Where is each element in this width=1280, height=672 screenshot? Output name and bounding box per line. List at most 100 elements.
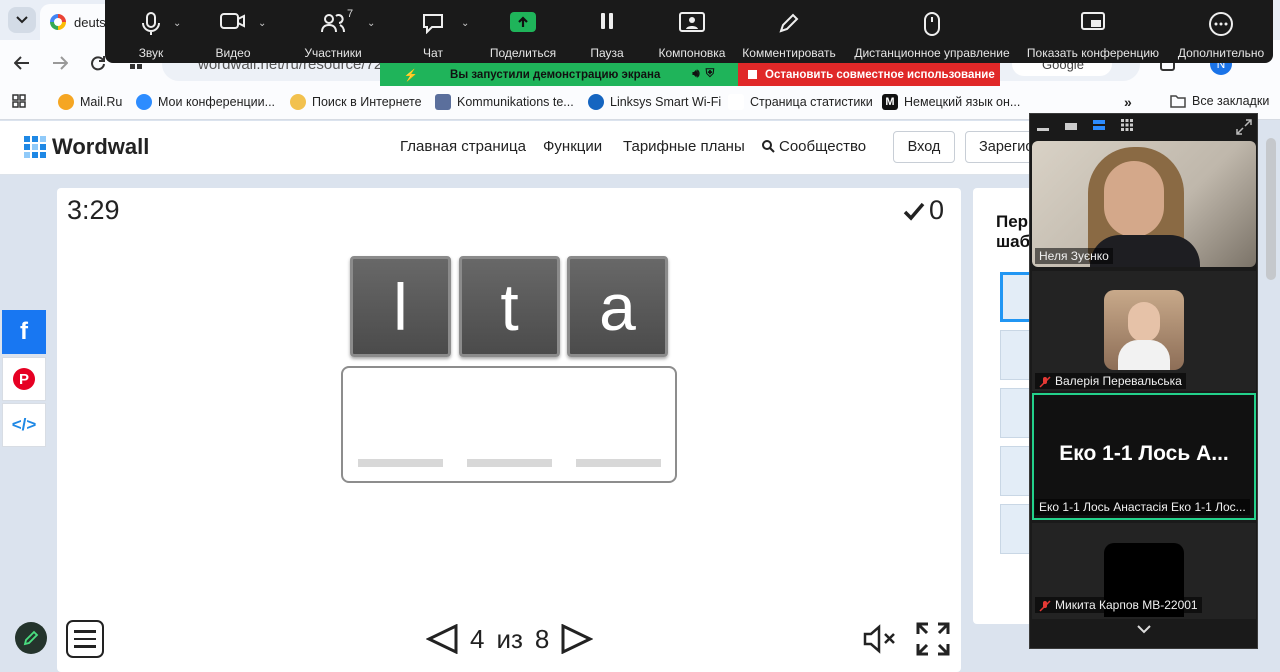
apps-shortcut[interactable] xyxy=(12,94,26,108)
page-icon xyxy=(728,94,744,110)
facebook-share-button[interactable]: f xyxy=(2,310,46,354)
chevron-down-icon[interactable]: ⌄ xyxy=(367,18,375,29)
bookmark-label: Kommunikations te... xyxy=(457,95,574,109)
chat-icon xyxy=(421,12,445,34)
forward-button[interactable] xyxy=(48,51,72,75)
arrow-left-icon xyxy=(14,56,30,70)
prev-page-button[interactable] xyxy=(426,624,458,654)
audio-button[interactable]: Звук xyxy=(125,0,177,63)
bookmark-item[interactable]: M Немецкий язык он... xyxy=(882,94,1020,110)
facebook-icon: f xyxy=(20,318,28,345)
bookmark-label: Mail.Ru xyxy=(80,95,123,109)
register-button[interactable]: Зарегистрироваться xyxy=(965,131,1035,163)
nav-features[interactable]: Функции xyxy=(543,138,602,155)
letter-tile[interactable]: a xyxy=(567,256,668,357)
bookmark-item[interactable]: Linksys Smart Wi-Fi xyxy=(588,94,721,110)
microphone-muted-icon xyxy=(1039,600,1051,612)
templates-heading: Пер шаб xyxy=(996,212,1030,252)
fullscreen-button[interactable] xyxy=(916,622,950,656)
minimize-icon[interactable] xyxy=(1036,118,1050,132)
page-scrollbar[interactable] xyxy=(1266,138,1276,280)
show-window-icon xyxy=(1081,12,1105,32)
speaker-icon: 🔊︎ xyxy=(692,68,700,80)
arrow-right-icon xyxy=(52,56,68,70)
page-navigator: 4 из 8 xyxy=(426,620,594,658)
bookmark-item[interactable]: Kommunikations te... xyxy=(435,94,574,110)
wordwall-logo-text: Wordwall xyxy=(52,134,150,159)
chevron-down-icon[interactable]: ⌄ xyxy=(461,18,469,29)
bookmark-label: Мои конференции... xyxy=(158,95,276,109)
layout-button[interactable]: Компоновка xyxy=(655,0,729,63)
nav-pricing[interactable]: Тарифные планы xyxy=(623,138,745,155)
participant-face xyxy=(1128,302,1160,342)
bookmark-item[interactable]: Mail.Ru xyxy=(58,94,122,110)
game-timer: 3:29 xyxy=(67,195,120,225)
stop-share-label: Остановить совместное использование xyxy=(765,68,995,81)
participants-label: Участники xyxy=(304,46,362,60)
login-button[interactable]: Вход xyxy=(893,131,955,163)
letter-tile[interactable]: l xyxy=(350,256,451,357)
participants-icon xyxy=(321,12,345,34)
remote-control-button[interactable]: Дистанционное управление xyxy=(850,0,1014,63)
mouse-icon xyxy=(924,12,940,36)
show-conference-button[interactable]: Показать конференцию xyxy=(1023,0,1163,63)
page-total: 8 xyxy=(534,623,550,654)
participants-button[interactable]: 7 Участники xyxy=(295,0,371,63)
next-page-button[interactable] xyxy=(561,624,594,654)
bookmarks-overflow-button[interactable]: » xyxy=(1124,94,1132,110)
bookmark-item[interactable]: Страница статистики xyxy=(728,94,873,110)
nav-home[interactable]: Главная страница xyxy=(400,138,526,155)
chevron-down-icon xyxy=(16,16,28,24)
embed-share-button[interactable]: </> xyxy=(2,403,46,447)
templates-heading-line: шаб xyxy=(996,232,1031,251)
search-globe-icon xyxy=(290,94,306,110)
bookmark-label: Страница статистики xyxy=(750,95,873,109)
letter-tile[interactable]: t xyxy=(459,256,560,357)
participant-name-tag: Микита Карпов МВ-22001 xyxy=(1035,597,1202,613)
video-button[interactable]: Видео xyxy=(205,0,261,63)
microphone-muted-icon xyxy=(1039,376,1051,388)
bookmark-item[interactable]: Мои конференции... xyxy=(136,94,275,110)
answer-slot xyxy=(358,459,443,467)
speaker-view-icon[interactable] xyxy=(1064,118,1078,132)
participants-count: 7 xyxy=(347,8,354,20)
gallery-scroll-down-button[interactable] xyxy=(1136,624,1152,634)
chat-button[interactable]: Чат xyxy=(413,0,453,63)
chevron-down-icon[interactable]: ⌄ xyxy=(173,18,181,29)
annotate-button[interactable]: Комментировать xyxy=(739,0,839,63)
all-bookmarks-button[interactable]: Все закладки xyxy=(1170,94,1269,108)
pause-button[interactable]: Пауза xyxy=(587,0,627,63)
strip-view-icon[interactable] xyxy=(1092,118,1106,132)
shield-check-icon: ⛨ xyxy=(705,68,715,80)
nav-community-label: Сообщество xyxy=(779,138,867,155)
bookmark-item[interactable]: Поиск в Интернете xyxy=(290,94,422,110)
folder-icon xyxy=(1170,94,1186,108)
game-menu-button[interactable] xyxy=(66,620,104,658)
score-value: 0 xyxy=(929,195,945,225)
more-button[interactable]: Дополнительно xyxy=(1173,0,1269,63)
stop-square-icon xyxy=(748,70,757,79)
mute-button[interactable] xyxy=(862,624,898,654)
layout-icon xyxy=(679,12,705,32)
grid-view-icon[interactable] xyxy=(1120,118,1134,132)
chevron-down-icon[interactable]: ⌄ xyxy=(258,18,266,29)
participant-name: Еко 1-1 Лось Анастасія Еко 1-1 Лос... xyxy=(1035,499,1250,515)
expand-icon[interactable] xyxy=(1236,119,1252,135)
participant-avatar xyxy=(1104,290,1184,370)
participant-name-tag: Валерія Перевальська xyxy=(1035,373,1186,389)
participant-clothes xyxy=(1118,340,1170,370)
stop-share-button[interactable]: Остановить совместное использование xyxy=(738,63,1000,86)
edit-button[interactable] xyxy=(15,622,47,654)
tab-search-button[interactable] xyxy=(8,7,36,33)
share-screen-button[interactable]: Поделиться xyxy=(487,0,559,63)
search-icon xyxy=(762,140,775,153)
more-dots-icon xyxy=(1209,12,1233,36)
back-button[interactable] xyxy=(10,51,34,75)
bookmark-label: Все закладки xyxy=(1192,94,1270,108)
google-icon xyxy=(50,14,66,30)
nav-community[interactable]: Сообщество xyxy=(762,138,866,155)
wordwall-logo[interactable]: Wordwall xyxy=(24,134,149,160)
remote-control-label: Дистанционное управление xyxy=(854,46,1010,60)
zoom-meeting-toolbar: Звук ⌄ Видео ⌄ 7 Участники ⌄ Чат ⌄ Подел… xyxy=(105,0,1273,63)
pinterest-share-button[interactable]: P xyxy=(2,357,46,401)
